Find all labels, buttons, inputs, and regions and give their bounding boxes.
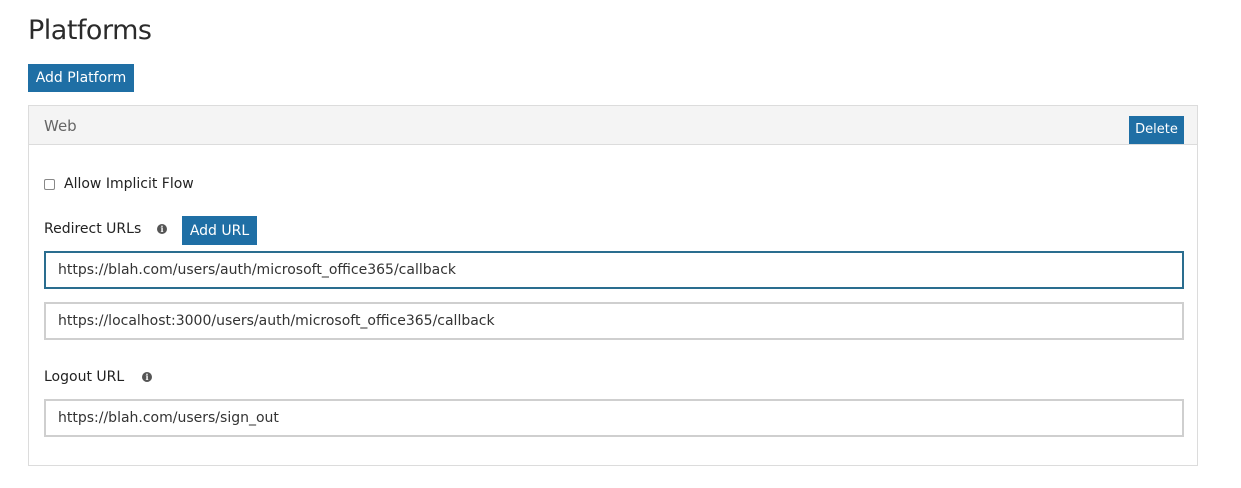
redirect-url-input-1[interactable] — [44, 251, 1184, 289]
redirect-urls-label: Redirect URLs — [44, 221, 142, 237]
allow-implicit-flow-label: Allow Implicit Flow — [64, 176, 194, 192]
page-title: Platforms — [28, 15, 152, 46]
redirect-url-input-2[interactable] — [44, 302, 1184, 340]
platform-panel-header: Web Delete — [29, 106, 1197, 145]
logout-url-label: Logout URL — [44, 369, 125, 385]
info-icon: i — [157, 224, 167, 234]
add-url-button[interactable]: Add URL — [182, 216, 257, 245]
add-platform-button[interactable]: Add Platform — [28, 64, 134, 92]
platform-panel-web: Web Delete Allow Implicit Flow Redirect … — [28, 105, 1198, 466]
platform-title: Web — [44, 117, 77, 135]
delete-platform-button[interactable]: Delete — [1129, 116, 1184, 144]
allow-implicit-flow-row: Allow Implicit Flow — [44, 176, 194, 192]
logout-url-input[interactable] — [44, 399, 1184, 437]
allow-implicit-flow-checkbox[interactable] — [44, 178, 55, 190]
info-icon: i — [142, 372, 152, 382]
